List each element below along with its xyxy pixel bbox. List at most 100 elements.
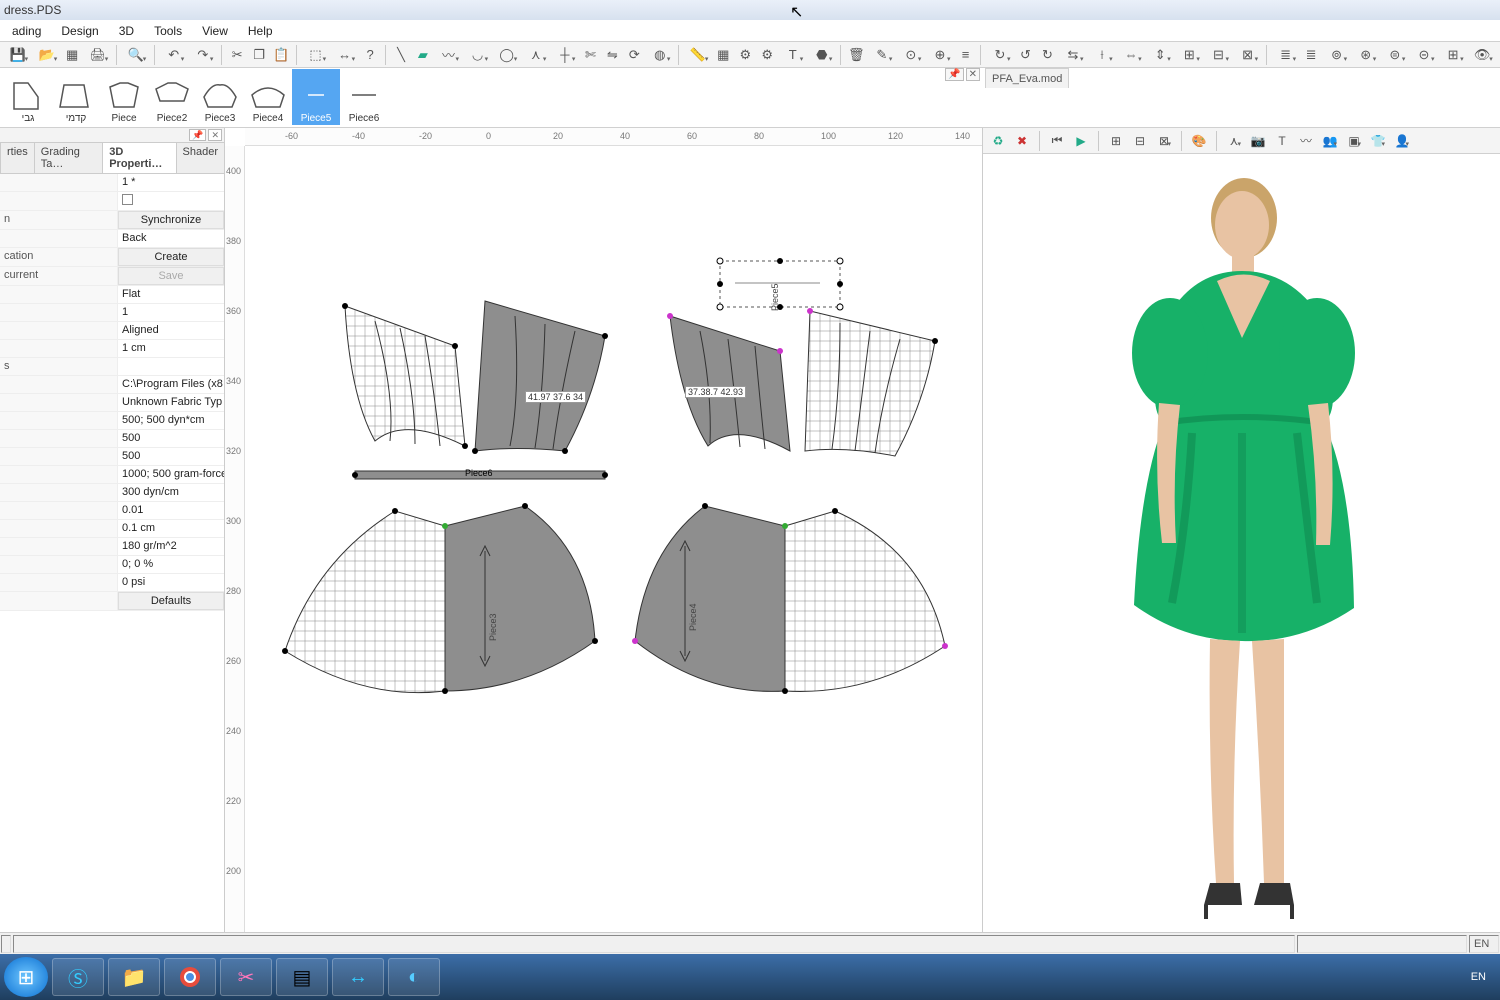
notch-icon[interactable]: ⋏ — [522, 44, 549, 66]
start-button[interactable]: ⊞ — [4, 957, 48, 997]
piece-tab-piece2[interactable]: Piece2 — [148, 69, 196, 125]
property-row[interactable]: 180 gr/m^2 — [0, 538, 224, 556]
property-row[interactable]: 1 cm — [0, 340, 224, 358]
align-icon[interactable]: ≡ — [956, 44, 976, 66]
3d-viewport[interactable] — [983, 154, 1500, 932]
property-row[interactable]: C:\Program Files (x8 — [0, 376, 224, 394]
piece-tab-piece3[interactable]: Piece3 — [196, 69, 244, 125]
piece-tab-pB[interactable]: קדמי — [52, 69, 100, 125]
pattern-piece-6[interactable]: Piece6 — [355, 466, 605, 491]
taskbar-app-teamviewer[interactable]: ↔ — [332, 958, 384, 996]
property-row[interactable]: 500 — [0, 430, 224, 448]
property-row[interactable]: 0.1 cm — [0, 520, 224, 538]
view3-icon[interactable]: ⊠ — [1154, 131, 1174, 151]
rot-cw-icon[interactable]: ↻ — [986, 44, 1013, 66]
piece-tab-piece[interactable]: Piece — [100, 69, 148, 125]
eye-icon[interactable]: 👁 — [1469, 44, 1496, 66]
scissors-icon[interactable]: ✄ — [580, 44, 600, 66]
property-row[interactable]: Back — [0, 230, 224, 248]
property-row[interactable]: 500; 500 dyn*cm — [0, 412, 224, 430]
property-row[interactable]: 500 — [0, 448, 224, 466]
property-row[interactable]: 1 — [0, 304, 224, 322]
point-icon[interactable]: ┼ — [551, 44, 578, 66]
zoom-icon[interactable]: 🔍 — [122, 44, 149, 66]
save-icon[interactable]: 💾 — [4, 44, 31, 66]
paste-icon[interactable]: 📋 — [271, 44, 291, 66]
cut-icon[interactable]: ✂ — [227, 44, 247, 66]
globe-icon[interactable]: ◍ — [646, 44, 673, 66]
walk-icon[interactable]: ⊞ — [1176, 44, 1203, 66]
menu-help[interactable]: Help — [238, 21, 283, 41]
property-row[interactable]: 300 dyn/cm — [0, 484, 224, 502]
help-icon[interactable]: ? — [360, 44, 380, 66]
grade-icon[interactable]: ≣ — [1272, 44, 1299, 66]
grade6-icon[interactable]: ⊝ — [1410, 44, 1437, 66]
menu-view[interactable]: View — [192, 21, 238, 41]
taskbar-app-optitex[interactable]: ◐ — [388, 958, 440, 996]
curve3d-icon[interactable]: 〰 — [1296, 131, 1316, 151]
panel-tab[interactable]: rties — [0, 142, 35, 173]
spread-icon[interactable]: ⇕ — [1147, 44, 1174, 66]
panel-tab[interactable]: 3D Properti… — [102, 142, 176, 173]
select-icon[interactable]: ⬚ — [302, 44, 329, 66]
people-icon[interactable]: 👥 — [1320, 131, 1340, 151]
grade3-icon[interactable]: ⊚ — [1323, 44, 1350, 66]
property-row[interactable]: Aligned — [0, 322, 224, 340]
trash-icon[interactable]: 🗑 — [846, 44, 866, 66]
grade4-icon[interactable]: ⊛ — [1352, 44, 1379, 66]
text-icon[interactable]: T — [779, 44, 806, 66]
property-row[interactable]: 0.01 — [0, 502, 224, 520]
txt-icon[interactable]: T — [1272, 131, 1292, 151]
arc-icon[interactable]: ◡ — [464, 44, 491, 66]
pattern-canvas[interactable]: -60-40-20020406080100120140 400380360340… — [225, 128, 982, 932]
3d-document-tab[interactable]: PFA_Eva.mod — [985, 68, 1069, 88]
taskbar-app-chrome[interactable] — [164, 958, 216, 996]
stop-icon[interactable]: ✖ — [1012, 131, 1032, 151]
property-row[interactable] — [0, 192, 224, 211]
pattern-piece-2[interactable]: 37.38.7 42.93 Piece5 — [650, 261, 950, 466]
walk3-icon[interactable]: ⊠ — [1234, 44, 1261, 66]
property-row[interactable]: s — [0, 358, 224, 376]
rot2-icon[interactable]: ↻ — [1037, 44, 1057, 66]
snap-icon[interactable]: ⊙ — [897, 44, 924, 66]
grade7-icon[interactable]: ⊞ — [1440, 44, 1467, 66]
dock-pin-icon[interactable]: 📌 — [945, 68, 963, 81]
property-row[interactable]: Unknown Fabric Typ — [0, 394, 224, 412]
curve-icon[interactable]: 〰 — [435, 44, 462, 66]
view1-icon[interactable]: ⊞ — [1106, 131, 1126, 151]
prev-icon[interactable]: ⏮ — [1047, 131, 1067, 151]
rot-ccw-icon[interactable]: ↺ — [1015, 44, 1035, 66]
property-row[interactable]: 0 psi — [0, 574, 224, 592]
panel-tab[interactable]: Grading Ta… — [34, 142, 103, 173]
dist-icon[interactable]: ⇔ — [1118, 44, 1145, 66]
person-icon[interactable]: 👤 — [1392, 131, 1412, 151]
panel-tab[interactable]: Shader — [176, 142, 225, 173]
property-row[interactable]: 0; 0 % — [0, 556, 224, 574]
circle-icon[interactable]: ◯ — [493, 44, 520, 66]
taskbar-app-explorer[interactable]: 📁 — [108, 958, 160, 996]
redo-icon[interactable]: ↷ — [189, 44, 216, 66]
mirror-icon[interactable]: ⇋ — [602, 44, 622, 66]
measure-icon[interactable]: 📏 — [684, 44, 711, 66]
label-icon[interactable]: ⬣ — [808, 44, 835, 66]
property-row[interactable]: Defaults — [0, 592, 224, 611]
open-icon[interactable]: 📂 — [33, 44, 60, 66]
property-row[interactable]: 1 * — [0, 174, 224, 192]
snap2-icon[interactable]: ⊕ — [926, 44, 953, 66]
palette-icon[interactable]: 🎨 — [1189, 131, 1209, 151]
camera-icon[interactable]: 📷 — [1248, 131, 1268, 151]
taskbar-app-notes[interactable]: ▤ — [276, 958, 328, 996]
menu-design[interactable]: Design — [51, 21, 108, 41]
property-row[interactable]: nSynchronize — [0, 211, 224, 230]
rect-icon[interactable]: ▰ — [413, 44, 433, 66]
chart2-icon[interactable]: ⚙ — [757, 44, 777, 66]
pattern-piece-3[interactable]: Piece3 — [275, 491, 605, 716]
piece-tab-pA[interactable]: גבי — [4, 69, 52, 125]
taskbar-app-skype[interactable]: Ⓢ — [52, 958, 104, 996]
property-row[interactable]: cationCreate — [0, 248, 224, 267]
property-row[interactable]: 1000; 500 gram-force — [0, 466, 224, 484]
play-icon[interactable]: ▶ — [1071, 131, 1091, 151]
shirt-icon[interactable]: 👕 — [1368, 131, 1388, 151]
line-icon[interactable]: ╲ — [391, 44, 411, 66]
copy-icon[interactable]: ❐ — [249, 44, 269, 66]
